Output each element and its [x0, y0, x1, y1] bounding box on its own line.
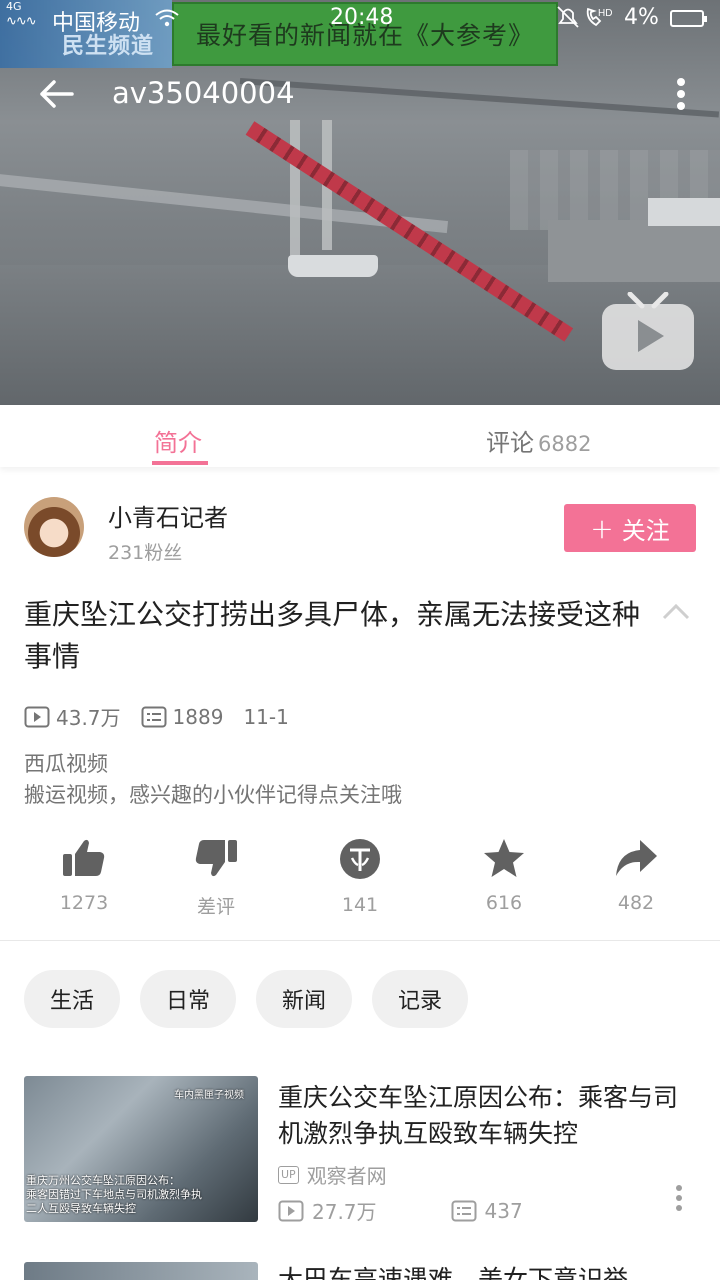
wifi-icon [154, 8, 180, 32]
thumbnail-caption-line: 乘客因错过下车地点与司机激烈争执 [26, 1188, 202, 1201]
danmaku-count: 1889 [172, 704, 224, 729]
thumbnail-caption-line: 二人互殴导致车辆失控 [26, 1202, 136, 1215]
collapse-button[interactable] [658, 596, 694, 628]
tag-chip[interactable]: 生活 [24, 970, 120, 1028]
back-button[interactable] [30, 70, 82, 118]
arrow-left-icon [40, 80, 74, 108]
thumbs-up-icon [63, 839, 105, 876]
dislike-button[interactable]: 差评 [156, 838, 276, 919]
tab-comments[interactable]: 评论 6882 [486, 423, 591, 458]
thumbnail-header-text: 车内黑匣子视频 [174, 1090, 244, 1101]
carrier-name: 中国移动 [52, 11, 141, 36]
follow-button[interactable]: + 关注 [564, 504, 696, 552]
uploader-name[interactable]: 小青石记者 [108, 498, 228, 533]
tab-intro[interactable]: 简介 [154, 423, 202, 458]
related-thumbnail[interactable] [24, 1262, 258, 1280]
related-title[interactable]: 重庆公交车坠江原因公布：乘客与司机激烈争执互殴致车辆失控 [278, 1080, 692, 1152]
status-icons: HD [556, 5, 616, 34]
thumbnail-caption: 重庆万州公交车坠江原因公布： 乘客因错过下车地点与司机激烈争执 二人互殴导致车辆… [26, 1174, 256, 1216]
up-badge: UP [278, 1165, 299, 1184]
tab-comments-label: 评论 [486, 429, 534, 457]
more-vertical-icon [676, 1185, 682, 1211]
section-divider [0, 940, 720, 941]
video-stats: 43.7万 1889 11-1 [24, 702, 289, 731]
video-title: 重庆坠江公交打捞出多具尸体，亲属无法接受这种事情 [24, 598, 641, 673]
tab-active-indicator [152, 461, 208, 465]
related-more-button[interactable] [668, 1184, 690, 1214]
like-button[interactable]: 1273 [24, 838, 144, 914]
signal-wave-icon: ∿∿∿ [6, 14, 37, 29]
dislike-label: 差评 [196, 896, 235, 918]
plus-icon: + [590, 511, 614, 545]
play-count-icon [278, 1200, 304, 1221]
video-source: 西瓜视频 [24, 752, 108, 776]
video-player[interactable]: 民生频道 最好看的新闻就在《大参考》 4G ∿∿∿ 中国移动 20:48 HD … [0, 0, 720, 405]
related-danmaku-count: 437 [484, 1198, 523, 1223]
tag-chip[interactable]: 记录 [372, 970, 468, 1028]
related-thumbnail[interactable]: 车内黑匣子视频 重庆万州公交车坠江原因公布： 乘客因错过下车地点与司机激烈争执 … [24, 1076, 258, 1222]
uploader-avatar[interactable] [24, 497, 84, 557]
related-stats: 27.7万 437 [278, 1196, 523, 1225]
chevron-up-icon [662, 603, 690, 620]
thumbnail-caption-line: 重庆万州公交车坠江原因公布： [26, 1174, 180, 1187]
play-count-icon [24, 706, 50, 727]
related-uploader-name: 观察者网 [306, 1164, 387, 1188]
svg-text:HD: HD [598, 8, 612, 19]
danmaku-icon [141, 706, 167, 727]
play-button[interactable] [602, 291, 694, 372]
star-icon [484, 839, 524, 877]
share-count: 482 [617, 892, 655, 914]
related-title[interactable]: 大巴车高速遇难，美女下意识举 [278, 1262, 698, 1280]
video-frame-cable [239, 78, 720, 118]
video-frame-ship [548, 198, 720, 282]
video-frame-tower [290, 120, 300, 270]
favorite-count: 616 [485, 892, 523, 914]
battery-icon [670, 10, 707, 27]
coin-icon [340, 839, 380, 879]
video-frame-boat [288, 255, 378, 277]
video-description: 搬运视频，感兴趣的小伙伴记得点关注哦 [24, 783, 402, 807]
video-id-title: av35040004 [112, 76, 295, 110]
network-type: 4G [6, 0, 22, 13]
thumbs-down-icon [195, 840, 237, 877]
tv-play-icon [602, 291, 694, 370]
coin-count: 141 [341, 894, 379, 916]
follow-label: 关注 [621, 516, 670, 545]
share-arrow-icon [616, 840, 657, 876]
publish-date: 11-1 [243, 704, 289, 729]
like-count: 1273 [59, 892, 109, 914]
battery-percent: 4% [624, 5, 659, 30]
related-view-count: 27.7万 [312, 1200, 377, 1224]
mute-bell-icon: HD [557, 6, 612, 28]
tag-chip[interactable]: 新闻 [256, 970, 352, 1028]
detail-tabs: 简介 评论 6882 [0, 405, 720, 467]
danmaku-icon [451, 1200, 477, 1221]
coin-button[interactable]: 141 [300, 838, 420, 916]
related-uploader: UP 观察者网 [278, 1160, 387, 1189]
clock: 20:48 [330, 5, 394, 30]
comments-count: 6882 [538, 432, 592, 456]
more-vertical-icon [677, 78, 685, 110]
share-button[interactable]: 482 [576, 838, 696, 914]
view-count: 43.7万 [56, 706, 121, 730]
fans-count: 231粉丝 [108, 542, 183, 564]
tag-chip[interactable]: 日常 [140, 970, 236, 1028]
favorite-button[interactable]: 616 [444, 838, 564, 914]
more-options-button[interactable] [664, 70, 698, 118]
status-bar: 4G ∿∿∿ 中国移动 20:48 HD 4% [0, 0, 720, 36]
